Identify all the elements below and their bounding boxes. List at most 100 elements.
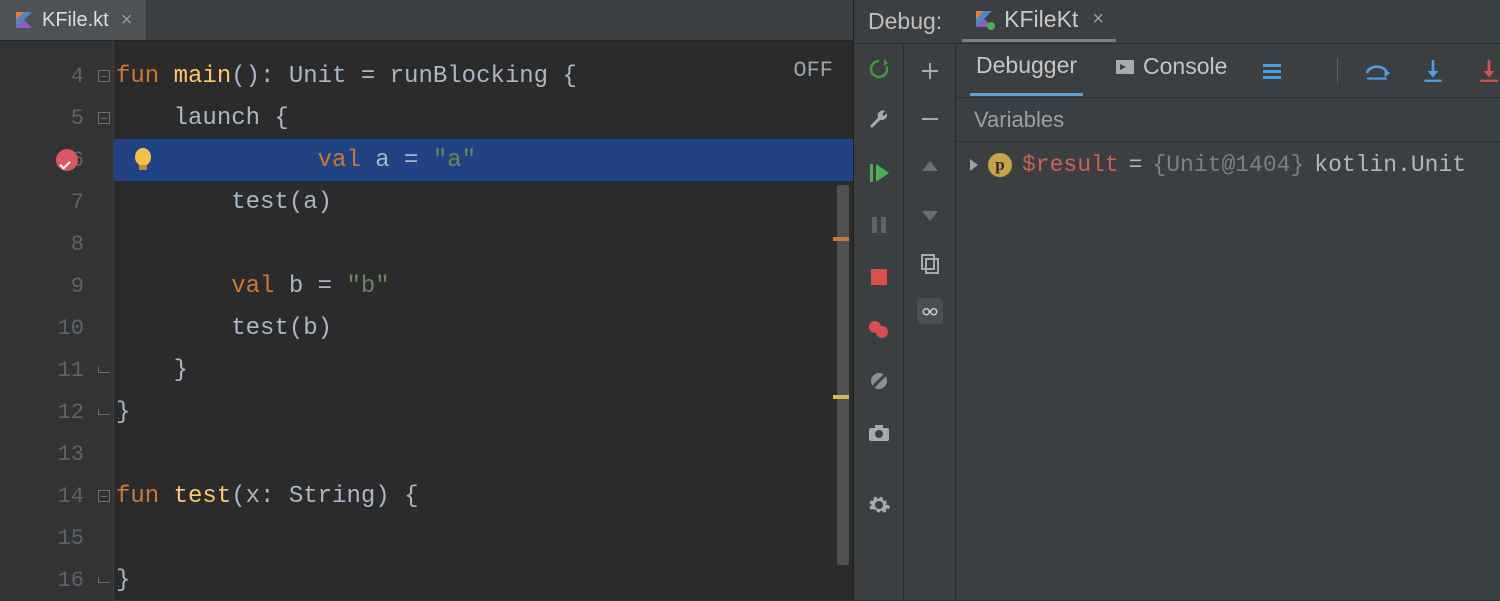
fold-toggle-icon[interactable]: [98, 112, 110, 124]
glasses-icon[interactable]: [917, 298, 943, 324]
fold-end-icon: [98, 409, 110, 415]
line-number[interactable]: 13: [0, 433, 94, 475]
error-stripe-marker[interactable]: [833, 395, 849, 399]
fold-gutter-row[interactable]: [94, 97, 113, 139]
variable-value-type: kotlin.Unit: [1314, 152, 1466, 178]
debug-tabs: Debugger Console: [956, 44, 1500, 98]
debug-run-toolbar: [854, 44, 904, 600]
line-number[interactable]: 16: [0, 559, 94, 601]
fold-toggle-icon[interactable]: [98, 70, 110, 82]
step-over-icon[interactable]: [1364, 58, 1390, 84]
step-actions: [1364, 58, 1500, 84]
line-number[interactable]: 8: [0, 223, 94, 265]
fold-gutter-row[interactable]: [94, 517, 113, 559]
fold-gutter-row[interactable]: [94, 475, 113, 517]
fold-toggle-icon[interactable]: [98, 490, 110, 502]
arrow-down-icon[interactable]: [917, 202, 943, 228]
code-line[interactable]: }: [114, 349, 853, 391]
line-number[interactable]: 10: [0, 307, 94, 349]
divider: [1337, 58, 1338, 84]
fold-gutter-row[interactable]: [94, 265, 113, 307]
code-line[interactable]: }: [114, 391, 853, 433]
error-stripe-marker[interactable]: [833, 237, 849, 241]
line-number[interactable]: 5: [0, 97, 94, 139]
wrench-icon[interactable]: [866, 108, 892, 134]
line-number[interactable]: 12: [0, 391, 94, 433]
debug-run-config-tab[interactable]: KFileKt ×: [962, 2, 1116, 42]
line-number[interactable]: 6: [0, 139, 94, 181]
step-into-icon[interactable]: [1420, 58, 1446, 84]
variable-value-object: {Unit@1404}: [1152, 152, 1304, 178]
debug-header: Debug: KFileKt ×: [854, 0, 1500, 44]
line-number[interactable]: 4: [0, 55, 94, 97]
scrollbar-thumb[interactable]: [837, 185, 849, 565]
debug-main: Debugger Console: [956, 44, 1500, 600]
fold-gutter-row[interactable]: [94, 139, 113, 181]
variables-header: Variables: [956, 98, 1500, 142]
fold-gutter-row[interactable]: [94, 223, 113, 265]
debug-body: Debugger Console: [854, 44, 1500, 600]
editor-tab-label: KFile.kt: [42, 9, 109, 32]
code-line[interactable]: test(a): [114, 181, 853, 223]
code-line[interactable]: fun test(x: String) {: [114, 475, 853, 517]
line-number[interactable]: 7: [0, 181, 94, 223]
code-line[interactable]: [114, 433, 853, 475]
threads-icon[interactable]: [1259, 58, 1285, 84]
close-icon[interactable]: ×: [1088, 8, 1104, 31]
stop-icon[interactable]: [866, 264, 892, 290]
line-number[interactable]: 9: [0, 265, 94, 307]
close-icon[interactable]: ×: [117, 9, 133, 32]
arrow-up-icon[interactable]: [917, 154, 943, 180]
code-editor[interactable]: OFF fun main(): Unit = runBlocking { lau…: [114, 41, 853, 601]
tab-console[interactable]: Console: [1109, 47, 1233, 94]
tab-debugger[interactable]: Debugger: [970, 46, 1083, 96]
gear-icon[interactable]: [866, 492, 892, 518]
code-line[interactable]: }: [114, 559, 853, 601]
fold-gutter-row[interactable]: [94, 559, 113, 601]
fold-gutter-row[interactable]: [94, 349, 113, 391]
code-line[interactable]: test(b): [114, 307, 853, 349]
plus-icon[interactable]: [917, 58, 943, 84]
rerun-icon[interactable]: [866, 56, 892, 82]
fold-gutter-row[interactable]: [94, 307, 113, 349]
fold-gutter-row[interactable]: [94, 391, 113, 433]
chevron-right-icon[interactable]: [970, 159, 978, 171]
code-line[interactable]: [114, 517, 853, 559]
debug-title: Debug:: [868, 8, 942, 35]
kotlin-run-config-icon: [974, 9, 994, 29]
inspection-off-badge[interactable]: OFF: [793, 58, 833, 83]
mute-breakpoints-icon[interactable]: [866, 368, 892, 394]
line-number[interactable]: 15: [0, 517, 94, 559]
resume-icon[interactable]: [866, 160, 892, 186]
code-line[interactable]: fun main(): Unit = runBlocking {: [114, 55, 853, 97]
minus-icon[interactable]: [917, 106, 943, 132]
line-number[interactable]: 14: [0, 475, 94, 517]
camera-icon[interactable]: [866, 420, 892, 446]
debug-panel: Debug: KFileKt ×: [854, 0, 1500, 600]
line-number-gutter[interactable]: 45678910111213141516: [0, 41, 94, 601]
fold-gutter-row[interactable]: [94, 433, 113, 475]
code-line[interactable]: [114, 223, 853, 265]
duplicate-icon[interactable]: [917, 250, 943, 276]
code-line[interactable]: val b = "b": [114, 265, 853, 307]
code-line[interactable]: val a = "a": [114, 139, 853, 181]
code-line[interactable]: launch {: [114, 97, 853, 139]
fold-column[interactable]: [94, 41, 114, 601]
fold-end-icon: [98, 577, 110, 583]
code-area: 45678910111213141516 OFF fun main(): Uni…: [0, 41, 853, 601]
fold-gutter-row[interactable]: [94, 181, 113, 223]
fold-end-icon: [98, 367, 110, 373]
variable-row-result[interactable]: p $result = {Unit@1404} kotlin.Unit: [956, 142, 1500, 178]
fold-gutter-row[interactable]: [94, 55, 113, 97]
line-number[interactable]: 11: [0, 349, 94, 391]
editor-panel: KFile.kt × 45678910111213141516 OFF fun …: [0, 0, 854, 600]
variable-name: $result: [1022, 152, 1119, 178]
param-badge: p: [988, 153, 1012, 177]
debug-frames-toolbar: [904, 44, 956, 600]
breakpoint-icon[interactable]: [56, 149, 78, 171]
pause-icon[interactable]: [866, 212, 892, 238]
intention-bulb-icon[interactable]: [132, 147, 154, 173]
view-breakpoints-icon[interactable]: [866, 316, 892, 342]
editor-tab-kfile[interactable]: KFile.kt ×: [0, 0, 147, 40]
force-step-into-icon[interactable]: [1476, 58, 1500, 84]
